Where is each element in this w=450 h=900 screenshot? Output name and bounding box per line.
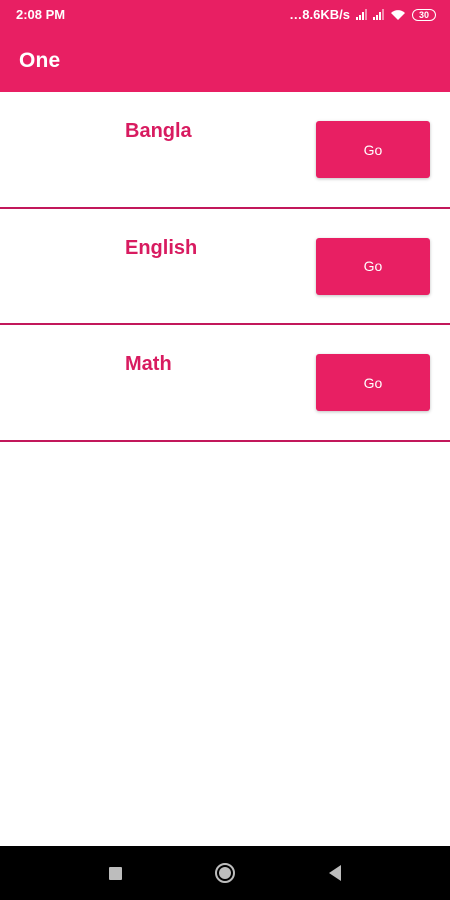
status-time: 2:08 PM — [16, 7, 66, 22]
back-icon — [329, 865, 341, 881]
status-indicators: …8.6KB/s 30 — [289, 7, 436, 22]
go-button-english[interactable]: Go — [316, 237, 430, 295]
battery-level: 30 — [418, 9, 429, 20]
subject-label-english: English — [125, 236, 198, 259]
navigation-bar — [0, 846, 450, 900]
wifi-icon — [391, 9, 405, 20]
app-bar: One — [0, 29, 450, 92]
page-title: One — [19, 48, 61, 72]
list-item: English Go — [0, 209, 450, 325]
back-button[interactable] — [315, 853, 355, 893]
signal-icon — [373, 9, 384, 20]
list-item: Bangla Go — [0, 92, 450, 209]
status-bar: 2:08 PM …8.6KB/s 30 — [0, 0, 450, 29]
home-button[interactable] — [205, 853, 245, 893]
recents-button[interactable] — [95, 853, 135, 893]
home-icon — [215, 863, 235, 883]
signal-icon — [356, 9, 367, 20]
list-item: Math Go — [0, 325, 450, 442]
go-button-bangla[interactable]: Go — [316, 121, 430, 178]
subject-label-bangla: Bangla — [125, 120, 192, 142]
battery-icon: 30 — [412, 8, 436, 21]
recents-icon — [108, 866, 122, 880]
go-button-math[interactable]: Go — [316, 354, 430, 411]
network-speed: …8.6KB/s — [289, 7, 350, 22]
subject-list: Bangla Go English Go Math Go — [0, 92, 450, 442]
subject-label-math: Math — [125, 353, 172, 375]
